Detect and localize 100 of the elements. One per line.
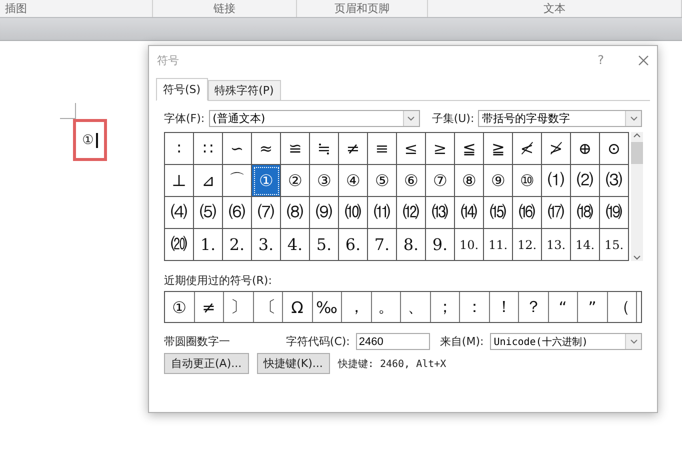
symbol-cell[interactable]: 2.: [223, 229, 252, 261]
symbol-cell[interactable]: ⑻: [281, 197, 310, 229]
symbol-cell[interactable]: ⑴: [542, 165, 571, 197]
from-label: 来自(M):: [440, 334, 484, 349]
symbol-cell[interactable]: ⑼: [310, 197, 339, 229]
symbol-cell[interactable]: ⑺: [252, 197, 281, 229]
symbol-cell[interactable]: ≯: [542, 133, 571, 165]
help-button[interactable]: ?: [598, 53, 604, 67]
symbol-cell[interactable]: 3.: [252, 229, 281, 261]
recent-symbol-cell[interactable]: ？: [519, 292, 548, 322]
recent-symbol-cell[interactable]: 。: [372, 292, 401, 322]
symbol-cell[interactable]: ∶: [165, 133, 194, 165]
recent-symbol-cell[interactable]: ≠: [194, 292, 224, 322]
scrollbar-thumb[interactable]: [631, 142, 643, 164]
symbol-cell[interactable]: ⊥: [165, 165, 194, 197]
from-dropdown[interactable]: Unicode(十六进制): [490, 333, 642, 350]
recent-symbol-cell[interactable]: 〔: [254, 292, 283, 322]
font-label: 字体(F):: [164, 111, 205, 126]
symbol-cell[interactable]: ⑩: [513, 165, 542, 197]
symbol-cell[interactable]: 12.: [513, 229, 542, 261]
symbol-cell[interactable]: ⑶: [600, 165, 629, 197]
symbol-cell[interactable]: ①: [252, 165, 281, 197]
symbol-cell[interactable]: ≒: [310, 133, 339, 165]
symbol-cell[interactable]: 6.: [339, 229, 368, 261]
crop-mark: [60, 103, 76, 119]
symbol-cell[interactable]: ⑾: [368, 197, 397, 229]
symbol-cell[interactable]: ③: [310, 165, 339, 197]
symbol-cell[interactable]: ⒁: [455, 197, 484, 229]
scroll-down-icon[interactable]: [633, 253, 641, 261]
symbol-cell[interactable]: ⑧: [455, 165, 484, 197]
tab[interactable]: 特殊字符(P): [208, 80, 281, 100]
subset-dropdown[interactable]: 带括号的字母数字: [478, 110, 642, 127]
scroll-up-icon[interactable]: [633, 132, 641, 140]
symbol-cell[interactable]: ②: [281, 165, 310, 197]
symbol-cell[interactable]: 10.: [455, 229, 484, 261]
symbol-cell[interactable]: ⌒: [223, 165, 252, 197]
symbol-cell[interactable]: 7.: [368, 229, 397, 261]
symbol-cell[interactable]: ⑵: [571, 165, 600, 197]
tab[interactable]: 符号(S): [156, 78, 208, 101]
symbol-cell[interactable]: ≤: [397, 133, 426, 165]
symbol-cell[interactable]: ≠: [339, 133, 368, 165]
recent-symbol-cell[interactable]: ！: [490, 292, 519, 322]
recent-symbol-cell[interactable]: ；: [430, 292, 460, 322]
symbol-cell[interactable]: 4.: [281, 229, 310, 261]
symbol-cell[interactable]: ≦: [455, 133, 484, 165]
dialog-button[interactable]: 自动更正(A)...: [164, 353, 249, 374]
recent-symbol-cell[interactable]: ，: [342, 292, 372, 322]
symbol-cell[interactable]: 5.: [310, 229, 339, 261]
symbol-cell[interactable]: ⑦: [426, 165, 455, 197]
recent-symbol-cell[interactable]: （: [608, 292, 637, 322]
character-name: 带圆圈数字一: [164, 334, 231, 349]
symbol-cell[interactable]: ⒇: [165, 229, 194, 261]
scrollbar[interactable]: [631, 132, 643, 261]
symbol-cell[interactable]: ≡: [368, 133, 397, 165]
symbol-cell[interactable]: ⒀: [426, 197, 455, 229]
symbol-cell[interactable]: ⑸: [194, 197, 223, 229]
symbol-cell[interactable]: ⑷: [165, 197, 194, 229]
recent-symbol-cell[interactable]: ①: [165, 292, 194, 322]
recent-symbol-cell[interactable]: ”: [578, 292, 608, 322]
caret-icon: [630, 339, 638, 344]
recent-symbol-cell[interactable]: ：: [460, 292, 490, 322]
recent-symbol-cell[interactable]: “: [548, 292, 578, 322]
symbol-cell[interactable]: 8.: [397, 229, 426, 261]
symbol-cell[interactable]: ⊿: [194, 165, 223, 197]
ribbon-group-label: 插图: [5, 1, 27, 16]
symbol-cell[interactable]: ⒅: [571, 197, 600, 229]
symbol-cell[interactable]: ⑹: [223, 197, 252, 229]
symbol-cell[interactable]: ≈: [252, 133, 281, 165]
symbol-cell[interactable]: ≮: [513, 133, 542, 165]
symbol-cell[interactable]: 13.: [542, 229, 571, 261]
symbol-cell[interactable]: ∽: [223, 133, 252, 165]
recent-symbol-cell[interactable]: 〕: [224, 292, 254, 322]
symbol-cell[interactable]: ⒃: [513, 197, 542, 229]
symbol-cell[interactable]: ⑥: [397, 165, 426, 197]
symbol-cell[interactable]: 9.: [426, 229, 455, 261]
recent-symbol-cell[interactable]: Ω: [283, 292, 312, 322]
symbol-cell[interactable]: ⊙: [600, 133, 629, 165]
symbol-cell[interactable]: ≌: [281, 133, 310, 165]
symbol-cell[interactable]: ⑽: [339, 197, 368, 229]
code-input-field[interactable]: 2460: [356, 333, 430, 350]
font-dropdown[interactable]: (普通文本): [208, 110, 420, 127]
recent-symbol-cell[interactable]: ‰: [312, 292, 342, 322]
symbol-cell[interactable]: ⑿: [397, 197, 426, 229]
symbol-cell[interactable]: ⒄: [542, 197, 571, 229]
symbol-cell[interactable]: 1.: [194, 229, 223, 261]
symbol-cell[interactable]: ∷: [194, 133, 223, 165]
symbol-cell[interactable]: ④: [339, 165, 368, 197]
symbol-cell[interactable]: ≥: [426, 133, 455, 165]
symbol-cell[interactable]: 14.: [571, 229, 600, 261]
symbol-cell[interactable]: ≧: [484, 133, 513, 165]
symbol-cell[interactable]: 15.: [600, 229, 629, 261]
recent-symbol-cell[interactable]: 、: [401, 292, 430, 322]
symbol-cell[interactable]: ⑤: [368, 165, 397, 197]
symbol-cell[interactable]: 11.: [484, 229, 513, 261]
symbol-cell[interactable]: ⊕: [571, 133, 600, 165]
close-icon[interactable]: [638, 54, 649, 66]
symbol-cell[interactable]: ⒂: [484, 197, 513, 229]
symbol-cell[interactable]: ⑨: [484, 165, 513, 197]
symbol-cell[interactable]: ⒆: [600, 197, 629, 229]
dialog-button[interactable]: 快捷键(K)...: [256, 353, 330, 374]
